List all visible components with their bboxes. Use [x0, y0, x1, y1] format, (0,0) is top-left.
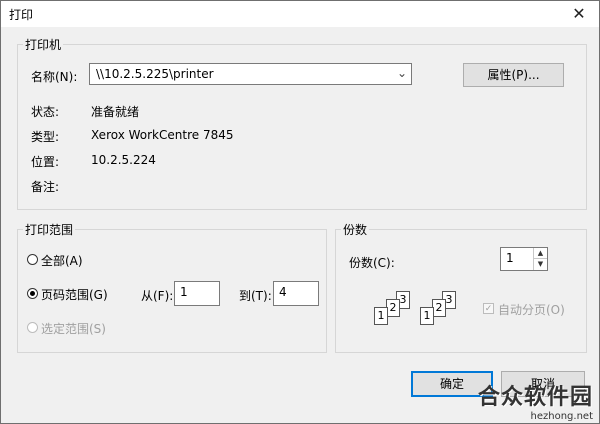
spin-down-icon[interactable]: ▼: [534, 259, 547, 270]
range-all-label[interactable]: 全部(A): [41, 252, 83, 269]
comment-label: 备注:: [31, 180, 60, 194]
properties-button[interactable]: 属性(P)...: [463, 63, 564, 87]
printer-name-select[interactable]: \\10.2.5.225\printer ⌄: [89, 63, 412, 85]
copies-group-title: 份数: [341, 221, 370, 238]
title-bar[interactable]: 打印 ✕: [1, 1, 599, 27]
printer-group-title: 打印机: [23, 36, 64, 53]
chevron-down-icon[interactable]: ⌄: [397, 66, 407, 80]
to-page-input[interactable]: 4: [273, 281, 319, 306]
watermark-url: hezhong.net: [530, 411, 593, 422]
range-all-radio[interactable]: [27, 254, 38, 265]
range-pages-radio[interactable]: [27, 288, 38, 299]
copies-count-input[interactable]: 1 ▲ ▼: [500, 247, 548, 271]
collate-page-2: 2: [386, 299, 400, 317]
location-label: 位置:: [31, 155, 60, 169]
type-value: Xerox WorkCentre 7845: [91, 128, 234, 142]
status-value: 准备就绪: [91, 105, 140, 119]
spin-up-icon[interactable]: ▲: [534, 248, 547, 259]
printer-name-value: \\10.2.5.225\printer: [96, 67, 214, 81]
from-label: 从(F):: [141, 289, 174, 303]
watermark: 合众软件园 hezhong.net: [478, 379, 593, 422]
window-title: 打印: [9, 8, 34, 22]
printer-name-label: 名称(N):: [31, 70, 78, 84]
status-label: 状态:: [31, 105, 60, 119]
watermark-text: 合众软件园: [477, 385, 593, 410]
copies-count-value: 1: [506, 251, 514, 265]
location-value: 10.2.5.224: [91, 153, 156, 167]
print-dialog: 打印 ✕ 打印机 名称(N): \\10.2.5.225\printer ⌄ 属…: [0, 0, 600, 424]
from-page-value: 1: [180, 285, 188, 299]
range-selection-label[interactable]: 选定范围(S): [41, 320, 106, 337]
to-page-value: 4: [279, 285, 287, 299]
collate-page-2: 2: [432, 299, 446, 317]
collate-page-1: 1: [420, 307, 434, 325]
from-page-input[interactable]: 1: [174, 281, 220, 306]
collate-pages-icon: 3 2 1: [418, 289, 464, 329]
type-label: 类型:: [31, 130, 60, 144]
to-label: 到(T):: [239, 289, 272, 303]
collate-label[interactable]: 自动分页(O): [498, 301, 565, 318]
collate-pages-icon: 3 2 1: [372, 289, 418, 329]
copies-spinner[interactable]: ▲ ▼: [533, 248, 547, 270]
collate-page-1: 1: [374, 307, 388, 325]
range-selection-radio[interactable]: [27, 322, 38, 333]
close-icon[interactable]: ✕: [567, 3, 591, 25]
print-range-title: 打印范围: [23, 221, 76, 238]
collate-checkbox[interactable]: ✓: [483, 303, 494, 314]
range-pages-label[interactable]: 页码范围(G): [41, 286, 108, 303]
copies-count-label: 份数(C):: [349, 256, 395, 270]
